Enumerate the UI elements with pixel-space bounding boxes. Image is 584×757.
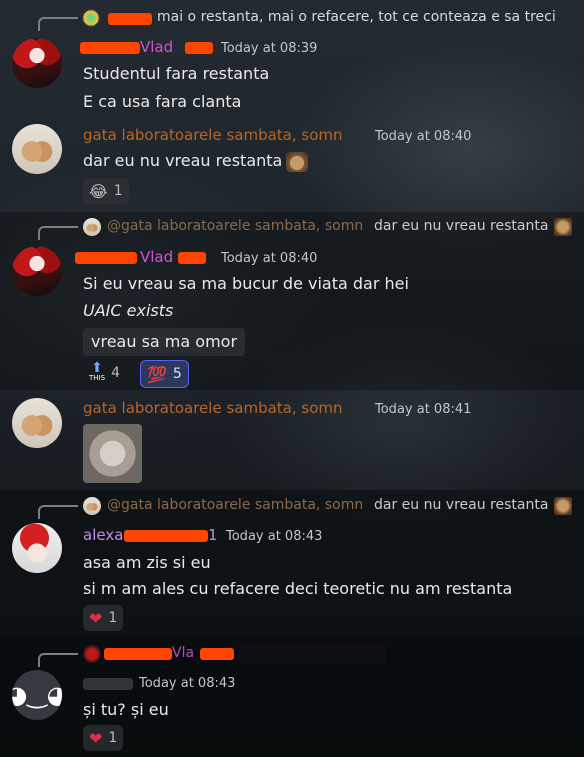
- reaction-count: 1: [108, 610, 118, 626]
- reaction-100[interactable]: 💯 5: [140, 360, 189, 388]
- avatar[interactable]: ◕‿◕: [12, 670, 62, 720]
- reply-connector: [38, 226, 78, 240]
- message-line: asa am zis si eu: [83, 553, 211, 572]
- hundred-emoji-icon: 💯: [147, 364, 167, 384]
- timestamp[interactable]: Today at 08:41: [375, 402, 471, 417]
- cat-emoji-icon: [554, 497, 572, 515]
- reply-text: dar eu nu vreau restanta: [374, 218, 549, 234]
- author-name[interactable]: Vlad: [140, 248, 173, 266]
- reaction-heart[interactable]: ❤ 1: [83, 725, 124, 751]
- redaction-mark: [108, 13, 152, 25]
- timestamp[interactable]: Today at 08:43: [139, 676, 235, 691]
- reaction-count: 4: [111, 365, 120, 381]
- author-name[interactable]: gata laboratoarele sambata, somn: [83, 399, 343, 417]
- this-arrow-icon: ⬆ THIS: [89, 360, 106, 382]
- redaction-mark: [83, 678, 133, 690]
- redaction-mark: [80, 42, 140, 54]
- joy-emoji-icon: 😂: [89, 181, 108, 201]
- reply-avatar: [83, 218, 101, 236]
- avatar[interactable]: [12, 523, 62, 573]
- timestamp[interactable]: Today at 08:40: [221, 251, 317, 266]
- reply-connector: [38, 505, 78, 519]
- author-name[interactable]: alexa: [83, 526, 123, 544]
- redacted-reply-text: [238, 644, 386, 663]
- timestamp[interactable]: Today at 08:40: [375, 129, 471, 144]
- reaction-count: 1: [113, 183, 123, 199]
- message-line-italic: UAIC exists: [83, 301, 174, 320]
- author-name[interactable]: Vlad: [140, 38, 173, 56]
- avatar[interactable]: [12, 398, 62, 448]
- redaction-mark: [104, 648, 172, 660]
- author-name[interactable]: gata laboratoarele sambata, somn: [83, 126, 343, 144]
- redaction-mark: [200, 648, 234, 660]
- redaction-mark: [75, 252, 137, 264]
- reply-connector: [38, 653, 78, 667]
- message-text: dar eu nu vreau restanta: [83, 151, 309, 172]
- heart-icon: ❤: [89, 728, 103, 748]
- message-text-content: dar eu nu vreau restanta: [83, 151, 283, 170]
- reply-author: Vla: [172, 645, 195, 661]
- redaction-mark: [124, 530, 208, 542]
- message-line: si m am ales cu refacere deci teoretic n…: [83, 579, 513, 598]
- redaction-mark: [185, 42, 213, 54]
- heart-icon: ❤: [89, 608, 103, 628]
- reply-text: dar eu nu vreau restanta: [374, 497, 549, 513]
- message-line: Studentul fara restanta: [83, 64, 270, 83]
- reply-avatar: [82, 9, 100, 27]
- reply-preview[interactable]: @gata laboratoarele sambata, somn dar eu…: [0, 215, 584, 240]
- reaction-this[interactable]: ⬆ THIS 4: [83, 360, 126, 386]
- timestamp[interactable]: Today at 08:39: [221, 41, 317, 56]
- reaction-heart[interactable]: ❤ 1: [83, 605, 124, 631]
- discord-logo-icon: ◕‿◕: [12, 681, 62, 709]
- avatar[interactable]: [12, 124, 62, 174]
- reaction-joy[interactable]: 😂 1: [83, 178, 129, 204]
- reply-preview[interactable]: @gata laboratoarele sambata, somn dar eu…: [0, 494, 584, 519]
- timestamp[interactable]: Today at 08:43: [226, 529, 322, 544]
- reply-preview[interactable]: mai o restanta, mai o refacere, tot ce c…: [0, 6, 584, 31]
- cat-emoji-icon: [554, 218, 572, 236]
- reply-connector: [38, 17, 78, 31]
- avatar[interactable]: [12, 246, 62, 296]
- author-name-suffix: 1: [208, 526, 218, 544]
- message-text: și tu? și eu: [83, 700, 169, 719]
- message-line: Si eu vreau sa ma bucur de viata dar hei: [83, 274, 409, 293]
- reaction-count: 1: [108, 730, 118, 746]
- redaction-mark: [178, 252, 206, 264]
- reply-avatar: [83, 497, 101, 515]
- reply-author: @gata laboratoarele sambata, somn: [107, 218, 364, 234]
- reply-author: @gata laboratoarele sambata, somn: [107, 497, 364, 513]
- message-embed: vreau sa ma omor: [83, 328, 246, 356]
- reply-avatar: [83, 645, 101, 663]
- message-line: E ca usa fara clanta: [83, 92, 242, 111]
- avatar[interactable]: [12, 38, 62, 88]
- reaction-count: 5: [172, 366, 182, 382]
- cat-emoji-icon: [286, 151, 309, 172]
- reply-text: mai o restanta, mai o refacere, tot ce c…: [157, 9, 556, 25]
- image-attachment[interactable]: [83, 424, 142, 483]
